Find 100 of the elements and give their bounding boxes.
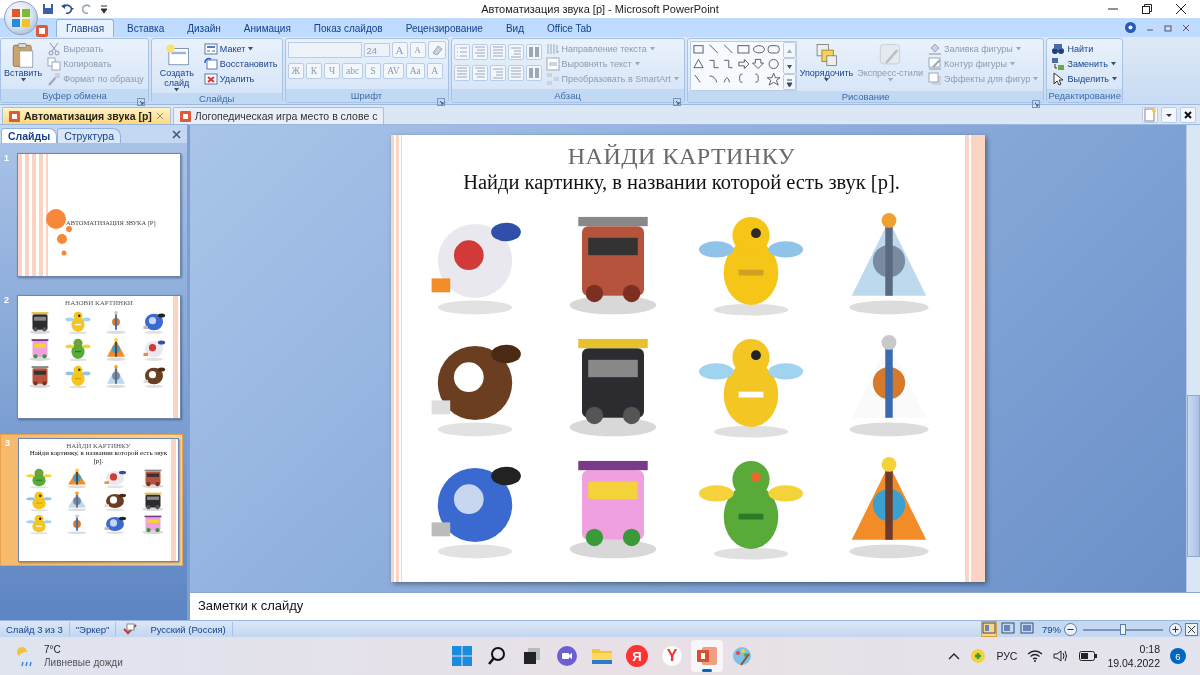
- layout-icon: [203, 41, 218, 56]
- ribbon-button[interactable]: Выделить: [1049, 71, 1120, 86]
- columns-icon[interactable]: [525, 65, 542, 81]
- theme-name: "Эркер": [69, 622, 117, 636]
- chevron-up-icon[interactable]: [948, 652, 961, 660]
- help-icon[interactable]: [1125, 22, 1136, 33]
- presentation-icon: [36, 25, 48, 37]
- clock-time[interactable]: 0:18: [1139, 642, 1160, 656]
- ribbon-button[interactable]: Найти: [1049, 41, 1120, 56]
- new-slide-icon: [163, 42, 190, 68]
- group-label: Редактирование: [1048, 90, 1121, 101]
- ribbon-button[interactable]: Удалить: [201, 71, 280, 86]
- eraser-icon[interactable]: [427, 41, 446, 59]
- reset-icon: [203, 56, 218, 71]
- slide-counter: Слайд 3 из 3: [0, 622, 70, 636]
- cursor-icon: [1051, 71, 1066, 86]
- search-icon: [487, 646, 507, 666]
- effects-icon: [928, 71, 943, 86]
- slide-subtitle: Найди картинку, в названии которой есть звук [р].: [463, 171, 900, 194]
- presentation-icon: [696, 646, 718, 666]
- input-language[interactable]: РУС: [996, 650, 1018, 662]
- scrollbar[interactable]: [1186, 125, 1200, 593]
- ribbon-tab[interactable]: Главная: [56, 19, 115, 37]
- dialog-launcher-icon[interactable]: [672, 98, 681, 106]
- shapes-gallery-drawing[interactable]: [690, 42, 783, 86]
- redo-icon[interactable]: [82, 3, 94, 15]
- ribbon-tab[interactable]: Показ слайдов: [303, 19, 393, 37]
- office-button[interactable]: [4, 1, 38, 35]
- ribbon-tab[interactable]: Вид: [495, 19, 534, 37]
- ribbon-button[interactable]: Вставить: [3, 41, 44, 83]
- restore-icon[interactable]: [1142, 4, 1152, 14]
- text-direction-icon: [545, 41, 560, 56]
- undo-icon[interactable]: [60, 3, 76, 15]
- zoom-level[interactable]: 79%: [1042, 623, 1061, 635]
- temperature: 7°C: [44, 643, 62, 656]
- zoom-out-icon[interactable]: [1064, 622, 1077, 636]
- group-label: Рисование: [841, 91, 890, 102]
- palette-icon: [731, 645, 753, 667]
- chat-icon: [556, 645, 578, 667]
- group-label: Слайды: [199, 93, 235, 104]
- language-label[interactable]: Русский (Россия): [142, 623, 226, 635]
- more-icon[interactable]: [782, 74, 796, 90]
- scissors-icon: [47, 41, 62, 56]
- customize-icon[interactable]: [100, 3, 108, 15]
- dialog-launcher-icon[interactable]: [436, 98, 445, 106]
- binoculars-icon: [1051, 41, 1066, 56]
- slider-thumb[interactable]: [1120, 623, 1126, 635]
- windows-icon: [451, 645, 473, 667]
- document-tab[interactable]: Автоматизация звука [р]: [2, 107, 171, 124]
- clock-date[interactable]: 19.04.2022: [1107, 656, 1160, 670]
- scroll-down-icon[interactable]: [782, 58, 796, 74]
- ribbon-tab[interactable]: Office Tab: [537, 19, 602, 37]
- fit-window-icon[interactable]: [1185, 622, 1198, 636]
- office-logo-icon: [11, 8, 31, 28]
- panel-tab[interactable]: Слайды: [1, 128, 58, 143]
- document-tab[interactable]: Логопедическая игра место в слове с: [172, 107, 385, 124]
- volume-icon[interactable]: [1053, 650, 1070, 662]
- close-icon[interactable]: [1176, 4, 1186, 14]
- panel-tab[interactable]: Структура: [57, 128, 121, 143]
- replace-icon: [1051, 56, 1066, 71]
- slide-number: 3: [5, 438, 11, 448]
- ribbon-button[interactable]: Заменить: [1049, 56, 1120, 71]
- window-title: Автоматизация звука [р] - Microsoft PowerPoint: [481, 3, 719, 15]
- ribbon-tab[interactable]: Вставка: [117, 19, 175, 37]
- slideshow-icon[interactable]: [1020, 622, 1034, 634]
- font-name-field[interactable]: [287, 42, 362, 58]
- paint-bucket-icon: [928, 41, 943, 56]
- ribbon-button[interactable]: Создать слайд: [153, 41, 200, 93]
- delete-icon: [203, 71, 218, 86]
- tray-app-icon[interactable]: [970, 648, 987, 664]
- dropdown-icon[interactable]: [1161, 106, 1177, 123]
- ribbon-button[interactable]: Макет: [201, 41, 280, 56]
- slide-title: НАЙДИ КАРТИНКУ: [567, 143, 796, 170]
- ribbon-button[interactable]: Восстановить: [201, 56, 280, 71]
- ribbon-tab[interactable]: Рецензирование: [395, 19, 493, 37]
- group-label: Абзац: [554, 90, 581, 101]
- copy-icon: [47, 56, 62, 71]
- battery-icon[interactable]: [1079, 651, 1098, 661]
- group-label: Буфер обмена: [42, 90, 107, 101]
- presentation-icon: [9, 110, 20, 122]
- dialog-launcher-icon[interactable]: [136, 98, 145, 106]
- presentation-icon: [179, 110, 191, 122]
- line-spacing-icon[interactable]: [525, 44, 542, 60]
- spellcheck-icon[interactable]: [122, 623, 139, 635]
- save-icon[interactable]: [42, 3, 54, 15]
- smartart-icon: [545, 71, 560, 86]
- notification-badge[interactable]: 6: [1170, 648, 1186, 664]
- dialog-launcher-icon[interactable]: [1032, 100, 1041, 108]
- notes-text[interactable]: Заметки к слайду: [190, 593, 1200, 620]
- folder-icon: [591, 646, 613, 666]
- ribbon-tab[interactable]: Дизайн: [177, 19, 231, 37]
- ribbon-button[interactable]: Упорядочить: [798, 41, 855, 83]
- slide-sorter-icon[interactable]: [1001, 622, 1015, 634]
- align-text-icon: [545, 56, 560, 71]
- task-view-icon: [522, 646, 542, 666]
- normal-view-icon[interactable]: [982, 622, 996, 634]
- group-label: Шрифт: [350, 90, 383, 101]
- ribbon-tab[interactable]: Анимация: [233, 19, 301, 37]
- zoom-in-icon[interactable]: [1169, 622, 1182, 636]
- wifi-icon[interactable]: [1027, 650, 1044, 662]
